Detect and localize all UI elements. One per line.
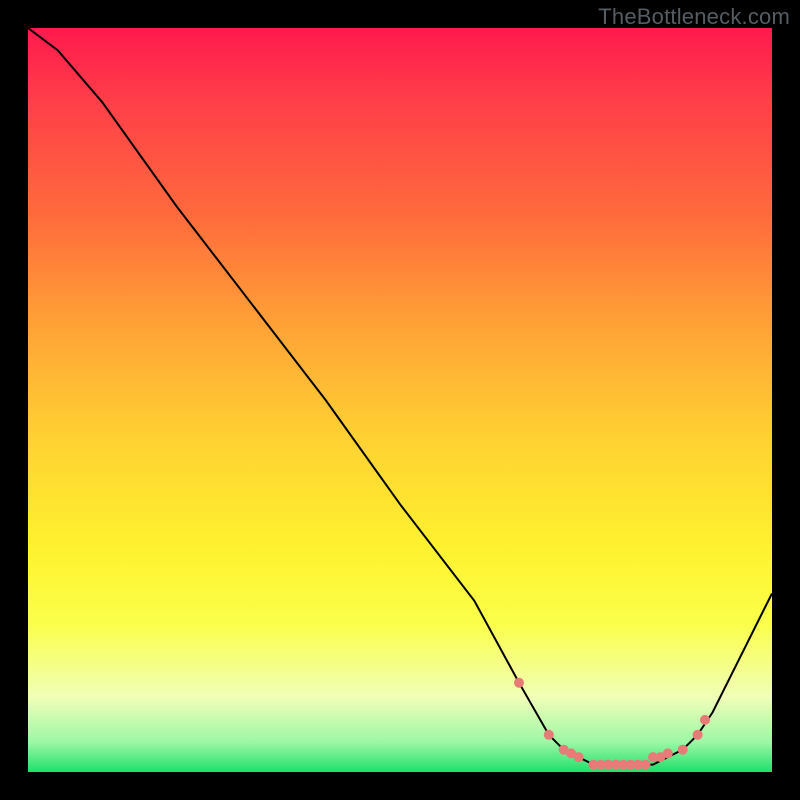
marker-point bbox=[514, 678, 524, 688]
plot-area bbox=[28, 28, 772, 772]
marker-point bbox=[693, 730, 703, 740]
chart-overlay bbox=[28, 28, 772, 772]
marker-point bbox=[678, 745, 688, 755]
marker-point bbox=[641, 760, 651, 770]
chart-frame: TheBottleneck.com bbox=[0, 0, 800, 800]
marker-point bbox=[544, 730, 554, 740]
watermark-text: TheBottleneck.com bbox=[598, 4, 790, 30]
bottleneck-curve bbox=[28, 28, 772, 765]
marker-point bbox=[700, 715, 710, 725]
marker-point bbox=[574, 752, 584, 762]
marker-point bbox=[663, 748, 673, 758]
